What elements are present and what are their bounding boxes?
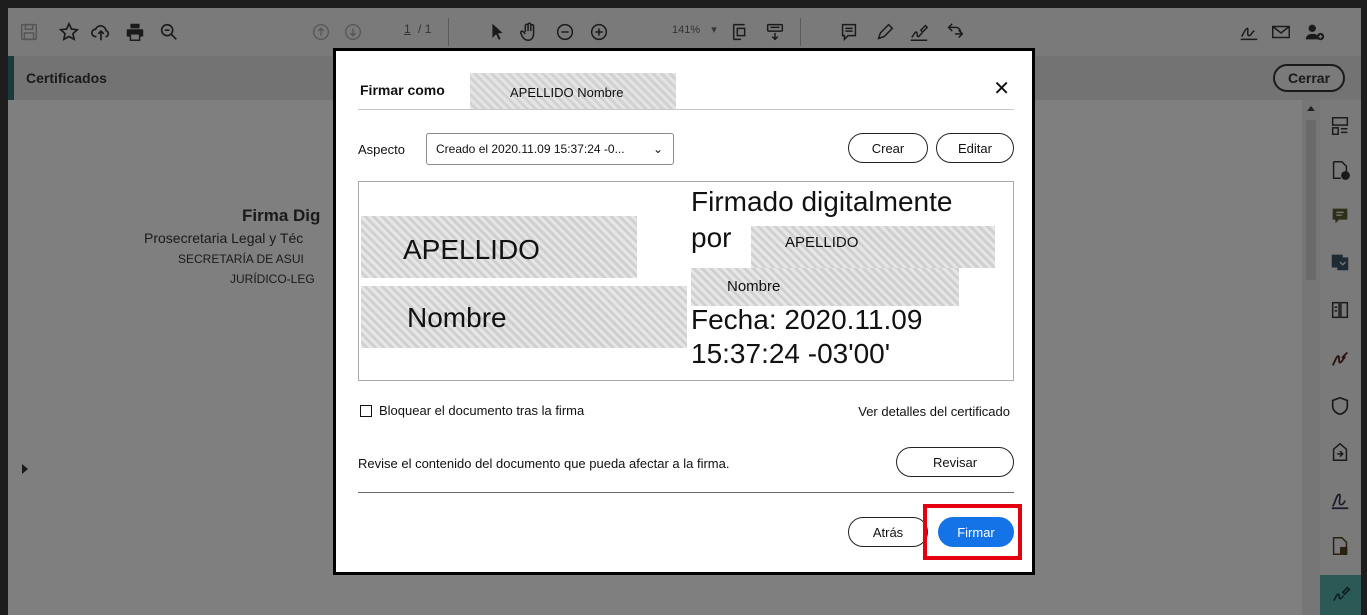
- close-button[interactable]: Cerrar: [1273, 64, 1345, 92]
- review-notice: Revise el contenido del documento que pu…: [358, 456, 730, 471]
- compare-icon[interactable]: [1328, 298, 1352, 322]
- zoom-in-icon[interactable]: [588, 20, 610, 44]
- review-button[interactable]: Revisar: [896, 447, 1014, 477]
- pointer-icon[interactable]: [486, 20, 508, 44]
- preview-name: Nombre: [407, 302, 507, 333]
- dialog-title: Firmar como: [360, 82, 445, 98]
- add-user-icon[interactable]: [1304, 20, 1326, 44]
- fill-sign-icon[interactable]: [1328, 346, 1352, 370]
- certificates-tool-icon[interactable]: [1328, 488, 1352, 512]
- chevron-down-icon: ▾: [711, 24, 717, 36]
- save-icon[interactable]: [18, 20, 40, 44]
- protect-icon[interactable]: [1328, 394, 1352, 418]
- star-icon[interactable]: [58, 20, 80, 44]
- preview-surname: APELLIDO: [403, 234, 540, 265]
- appearance-select[interactable]: Creado el 2020.11.09 15:37:24 -0... ⌄: [426, 133, 674, 165]
- zoom-search-icon[interactable]: [158, 20, 180, 44]
- signer-name: APELLIDO Nombre: [510, 85, 624, 100]
- panel-expand-icon[interactable]: [22, 464, 28, 474]
- zoom-value: 141%: [672, 24, 701, 36]
- page-number-input[interactable]: 1: [400, 22, 415, 36]
- organize-pages-icon[interactable]: [1328, 114, 1352, 138]
- chevron-down-icon: ⌄: [652, 142, 663, 156]
- doc-line: JURÍDICO-LEG: [230, 272, 315, 286]
- lock-document-option[interactable]: Bloquear el documento tras la firma: [360, 403, 584, 418]
- page-total: 1: [424, 22, 432, 36]
- page-down-icon[interactable]: [342, 20, 364, 44]
- signer-name-field: APELLIDO Nombre: [470, 73, 676, 109]
- toolbar-divider: [448, 18, 449, 46]
- stamp-icon[interactable]: [1328, 534, 1352, 558]
- doc-line: Prosecretaria Legal y Téc: [144, 230, 304, 246]
- appearance-value: Creado el 2020.11.09 15:37:24 -0...: [436, 142, 625, 156]
- export-pdf-icon[interactable]: [1328, 250, 1352, 274]
- export-icon[interactable]: [944, 20, 966, 44]
- preview-signed-surname: APELLIDO: [785, 234, 859, 251]
- page-up-icon[interactable]: [310, 20, 332, 44]
- view-certificate-details-link[interactable]: Ver detalles del certificado: [858, 404, 1010, 419]
- vertical-scrollbar[interactable]: [1302, 100, 1320, 615]
- preview-signed-label: Firmado digitalmente: [691, 186, 953, 217]
- sign-icon[interactable]: [908, 20, 930, 44]
- fit-page-icon[interactable]: [730, 20, 752, 44]
- sign-tool-icon[interactable]: [1320, 575, 1361, 615]
- mail-icon[interactable]: [1270, 20, 1292, 44]
- sign-as-dialog: Firmar como APELLIDO Nombre ✕ Aspecto Cr…: [334, 49, 1034, 574]
- upload-icon[interactable]: [90, 20, 112, 44]
- doc-heading: Firma Dig: [242, 206, 321, 225]
- bar-accent: [8, 56, 14, 100]
- appearance-label: Aspecto: [358, 142, 405, 157]
- sign-request-icon[interactable]: [1238, 20, 1260, 44]
- divider: [358, 109, 1014, 110]
- zoom-out-icon[interactable]: [554, 20, 576, 44]
- doc-line: SECRETARÍA DE ASUI: [178, 252, 304, 266]
- preview-date: Fecha: 2020.11.09: [691, 304, 923, 335]
- close-icon[interactable]: ✕: [993, 79, 1010, 99]
- send-track-icon[interactable]: [1328, 440, 1352, 464]
- print-icon[interactable]: [124, 20, 146, 44]
- certificates-title: Certificados: [26, 70, 107, 86]
- back-button[interactable]: Atrás: [848, 517, 928, 547]
- divider: [358, 492, 1014, 493]
- lock-document-label[interactable]: Bloquear el documento tras la firma: [379, 403, 584, 418]
- comment-icon[interactable]: [838, 20, 860, 44]
- lock-document-checkbox[interactable]: [360, 404, 372, 417]
- preview-por: por: [691, 222, 732, 253]
- app-window: 1 / 1 141% ▾ Certificados Cerrar Firma D…: [8, 8, 1361, 615]
- scroll-up-icon[interactable]: [1307, 106, 1315, 111]
- hand-icon[interactable]: [518, 20, 540, 44]
- scroll-mode-icon[interactable]: [764, 20, 786, 44]
- page-indicator: 1 / 1: [400, 22, 431, 36]
- edit-button[interactable]: Editar: [936, 133, 1014, 163]
- toolbar-divider: [800, 18, 801, 46]
- signature-preview: APELLIDO Nombre Firmado digitalmente por…: [358, 181, 1014, 381]
- comment-tool-icon[interactable]: [1328, 204, 1352, 228]
- preview-time: 15:37:24 -03'00': [691, 338, 891, 369]
- tools-panel: [1320, 100, 1361, 615]
- create-button[interactable]: Crear: [848, 133, 928, 163]
- pen-icon[interactable]: [874, 20, 896, 44]
- preview-signed-name: Nombre: [727, 278, 781, 295]
- create-pdf-icon[interactable]: [1328, 158, 1352, 182]
- scrollbar-thumb[interactable]: [1306, 120, 1316, 280]
- zoom-dropdown[interactable]: 141% ▾: [672, 23, 717, 36]
- page-separator: /: [418, 22, 422, 36]
- highlight-box: [923, 504, 1022, 560]
